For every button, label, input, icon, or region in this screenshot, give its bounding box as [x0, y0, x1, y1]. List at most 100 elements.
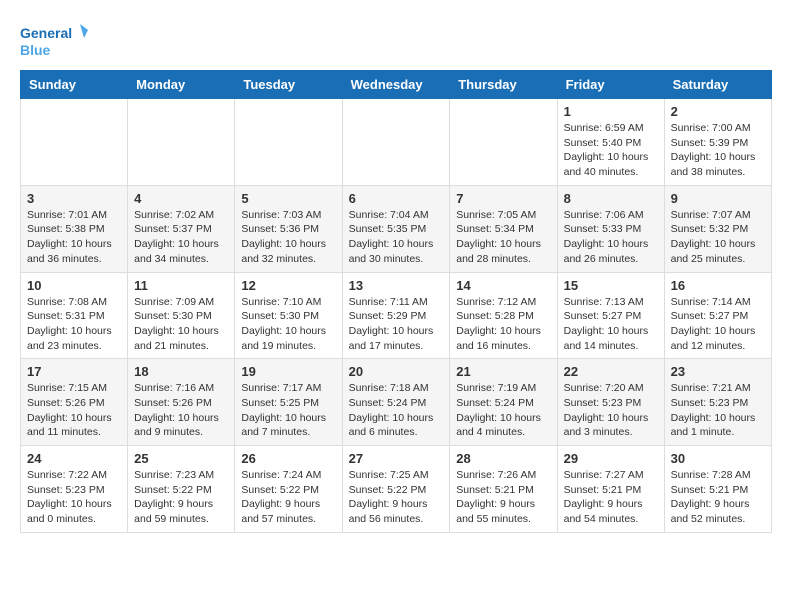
calendar-cell: 6 Sunrise: 7:04 AM Sunset: 5:35 PM Daylig…: [342, 185, 450, 272]
weekday-header-sunday: Sunday: [21, 71, 128, 99]
calendar-week-3: 10 Sunrise: 7:08 AM Sunset: 5:31 PM Dayli…: [21, 272, 772, 359]
day-number: 8: [564, 191, 658, 206]
calendar-cell: 3 Sunrise: 7:01 AM Sunset: 5:38 PM Daylig…: [21, 185, 128, 272]
day-info: Sunrise: 7:11 AM Sunset: 5:29 PM Dayligh…: [349, 295, 444, 354]
calendar-cell: [342, 99, 450, 186]
day-info: Sunrise: 7:03 AM Sunset: 5:36 PM Dayligh…: [241, 208, 335, 267]
calendar-week-5: 24 Sunrise: 7:22 AM Sunset: 5:23 PM Dayli…: [21, 446, 772, 533]
calendar-header-row: SundayMondayTuesdayWednesdayThursdayFrid…: [21, 71, 772, 99]
day-number: 22: [564, 364, 658, 379]
calendar-cell: 21 Sunrise: 7:19 AM Sunset: 5:24 PM Dayli…: [450, 359, 557, 446]
day-info: Sunrise: 7:15 AM Sunset: 5:26 PM Dayligh…: [27, 381, 121, 440]
day-info: Sunrise: 7:14 AM Sunset: 5:27 PM Dayligh…: [671, 295, 765, 354]
calendar-cell: 28 Sunrise: 7:26 AM Sunset: 5:21 PM Dayli…: [450, 446, 557, 533]
day-number: 24: [27, 451, 121, 466]
logo: General Blue: [20, 20, 90, 60]
calendar-cell: 11 Sunrise: 7:09 AM Sunset: 5:30 PM Dayli…: [128, 272, 235, 359]
calendar-cell: 17 Sunrise: 7:15 AM Sunset: 5:26 PM Dayli…: [21, 359, 128, 446]
day-number: 3: [27, 191, 121, 206]
day-number: 25: [134, 451, 228, 466]
calendar-cell: 20Sunrise: 7:18 AM Sunset: 5:24 PM Dayli…: [342, 359, 450, 446]
calendar-cell: [21, 99, 128, 186]
calendar-cell: 29 Sunrise: 7:27 AM Sunset: 5:21 PM Dayli…: [557, 446, 664, 533]
day-info: Sunrise: 7:04 AM Sunset: 5:35 PM Dayligh…: [349, 208, 444, 267]
day-number: 9: [671, 191, 765, 206]
day-number: 7: [456, 191, 550, 206]
day-number: 5: [241, 191, 335, 206]
day-number: 17: [27, 364, 121, 379]
day-info: Sunrise: 7:24 AM Sunset: 5:22 PM Dayligh…: [241, 468, 335, 527]
weekday-header-friday: Friday: [557, 71, 664, 99]
day-info: Sunrise: 7:13 AM Sunset: 5:27 PM Dayligh…: [564, 295, 658, 354]
calendar-cell: 15 Sunrise: 7:13 AM Sunset: 5:27 PM Dayli…: [557, 272, 664, 359]
calendar-cell: 30Sunrise: 7:28 AM Sunset: 5:21 PM Dayli…: [664, 446, 771, 533]
weekday-header-monday: Monday: [128, 71, 235, 99]
day-number: 21: [456, 364, 550, 379]
day-info: Sunrise: 7:23 AM Sunset: 5:22 PM Dayligh…: [134, 468, 228, 527]
day-number: 23: [671, 364, 765, 379]
calendar-cell: 16 Sunrise: 7:14 AM Sunset: 5:27 PM Dayli…: [664, 272, 771, 359]
calendar-week-4: 17 Sunrise: 7:15 AM Sunset: 5:26 PM Dayli…: [21, 359, 772, 446]
day-number: 29: [564, 451, 658, 466]
day-info: Sunrise: 6:59 AM Sunset: 5:40 PM Dayligh…: [564, 121, 658, 180]
calendar-cell: 22 Sunrise: 7:20 AM Sunset: 5:23 PM Dayli…: [557, 359, 664, 446]
day-number: 6: [349, 191, 444, 206]
day-info: Sunrise: 7:18 AM Sunset: 5:24 PM Dayligh…: [349, 381, 444, 440]
day-info: Sunrise: 7:16 AM Sunset: 5:26 PM Dayligh…: [134, 381, 228, 440]
day-number: 13: [349, 278, 444, 293]
calendar-cell: 4Sunrise: 7:02 AM Sunset: 5:37 PM Daylig…: [128, 185, 235, 272]
day-number: 16: [671, 278, 765, 293]
day-number: 26: [241, 451, 335, 466]
day-info: Sunrise: 7:08 AM Sunset: 5:31 PM Dayligh…: [27, 295, 121, 354]
calendar-cell: 24 Sunrise: 7:22 AM Sunset: 5:23 PM Dayli…: [21, 446, 128, 533]
calendar-cell: 23 Sunrise: 7:21 AM Sunset: 5:23 PM Dayli…: [664, 359, 771, 446]
calendar-cell: 7 Sunrise: 7:05 AM Sunset: 5:34 PM Daylig…: [450, 185, 557, 272]
day-info: Sunrise: 7:21 AM Sunset: 5:23 PM Dayligh…: [671, 381, 765, 440]
day-number: 28: [456, 451, 550, 466]
calendar-cell: 19Sunrise: 7:17 AM Sunset: 5:25 PM Dayli…: [235, 359, 342, 446]
day-number: 12: [241, 278, 335, 293]
day-info: Sunrise: 7:19 AM Sunset: 5:24 PM Dayligh…: [456, 381, 550, 440]
day-number: 18: [134, 364, 228, 379]
calendar-week-1: 1 Sunrise: 6:59 AM Sunset: 5:40 PM Daylig…: [21, 99, 772, 186]
day-info: Sunrise: 7:10 AM Sunset: 5:30 PM Dayligh…: [241, 295, 335, 354]
calendar-cell: 8Sunrise: 7:06 AM Sunset: 5:33 PM Daylig…: [557, 185, 664, 272]
day-number: 10: [27, 278, 121, 293]
calendar-cell: 26 Sunrise: 7:24 AM Sunset: 5:22 PM Dayli…: [235, 446, 342, 533]
calendar-cell: 5 Sunrise: 7:03 AM Sunset: 5:36 PM Daylig…: [235, 185, 342, 272]
day-info: Sunrise: 7:22 AM Sunset: 5:23 PM Dayligh…: [27, 468, 121, 527]
calendar-cell: [128, 99, 235, 186]
calendar-cell: 27 Sunrise: 7:25 AM Sunset: 5:22 PM Dayli…: [342, 446, 450, 533]
day-info: Sunrise: 7:05 AM Sunset: 5:34 PM Dayligh…: [456, 208, 550, 267]
logo-svg: General Blue: [20, 20, 90, 60]
day-info: Sunrise: 7:25 AM Sunset: 5:22 PM Dayligh…: [349, 468, 444, 527]
weekday-header-thursday: Thursday: [450, 71, 557, 99]
day-number: 19: [241, 364, 335, 379]
day-number: 27: [349, 451, 444, 466]
calendar-cell: 10 Sunrise: 7:08 AM Sunset: 5:31 PM Dayli…: [21, 272, 128, 359]
page-header: General Blue: [20, 20, 772, 60]
calendar-cell: 2Sunrise: 7:00 AM Sunset: 5:39 PM Daylig…: [664, 99, 771, 186]
calendar-table: SundayMondayTuesdayWednesdayThursdayFrid…: [20, 70, 772, 533]
calendar-cell: 13 Sunrise: 7:11 AM Sunset: 5:29 PM Dayli…: [342, 272, 450, 359]
svg-text:General: General: [20, 25, 72, 41]
calendar-week-2: 3 Sunrise: 7:01 AM Sunset: 5:38 PM Daylig…: [21, 185, 772, 272]
day-info: Sunrise: 7:20 AM Sunset: 5:23 PM Dayligh…: [564, 381, 658, 440]
day-number: 1: [564, 104, 658, 119]
calendar-cell: 25 Sunrise: 7:23 AM Sunset: 5:22 PM Dayli…: [128, 446, 235, 533]
day-info: Sunrise: 7:09 AM Sunset: 5:30 PM Dayligh…: [134, 295, 228, 354]
day-number: 11: [134, 278, 228, 293]
day-info: Sunrise: 7:27 AM Sunset: 5:21 PM Dayligh…: [564, 468, 658, 527]
day-number: 15: [564, 278, 658, 293]
calendar-cell: 14Sunrise: 7:12 AM Sunset: 5:28 PM Dayli…: [450, 272, 557, 359]
calendar-cell: [450, 99, 557, 186]
calendar-cell: 9 Sunrise: 7:07 AM Sunset: 5:32 PM Daylig…: [664, 185, 771, 272]
day-info: Sunrise: 7:01 AM Sunset: 5:38 PM Dayligh…: [27, 208, 121, 267]
day-info: Sunrise: 7:07 AM Sunset: 5:32 PM Dayligh…: [671, 208, 765, 267]
weekday-header-tuesday: Tuesday: [235, 71, 342, 99]
day-info: Sunrise: 7:02 AM Sunset: 5:37 PM Dayligh…: [134, 208, 228, 267]
day-info: Sunrise: 7:26 AM Sunset: 5:21 PM Dayligh…: [456, 468, 550, 527]
weekday-header-saturday: Saturday: [664, 71, 771, 99]
day-number: 14: [456, 278, 550, 293]
day-number: 2: [671, 104, 765, 119]
